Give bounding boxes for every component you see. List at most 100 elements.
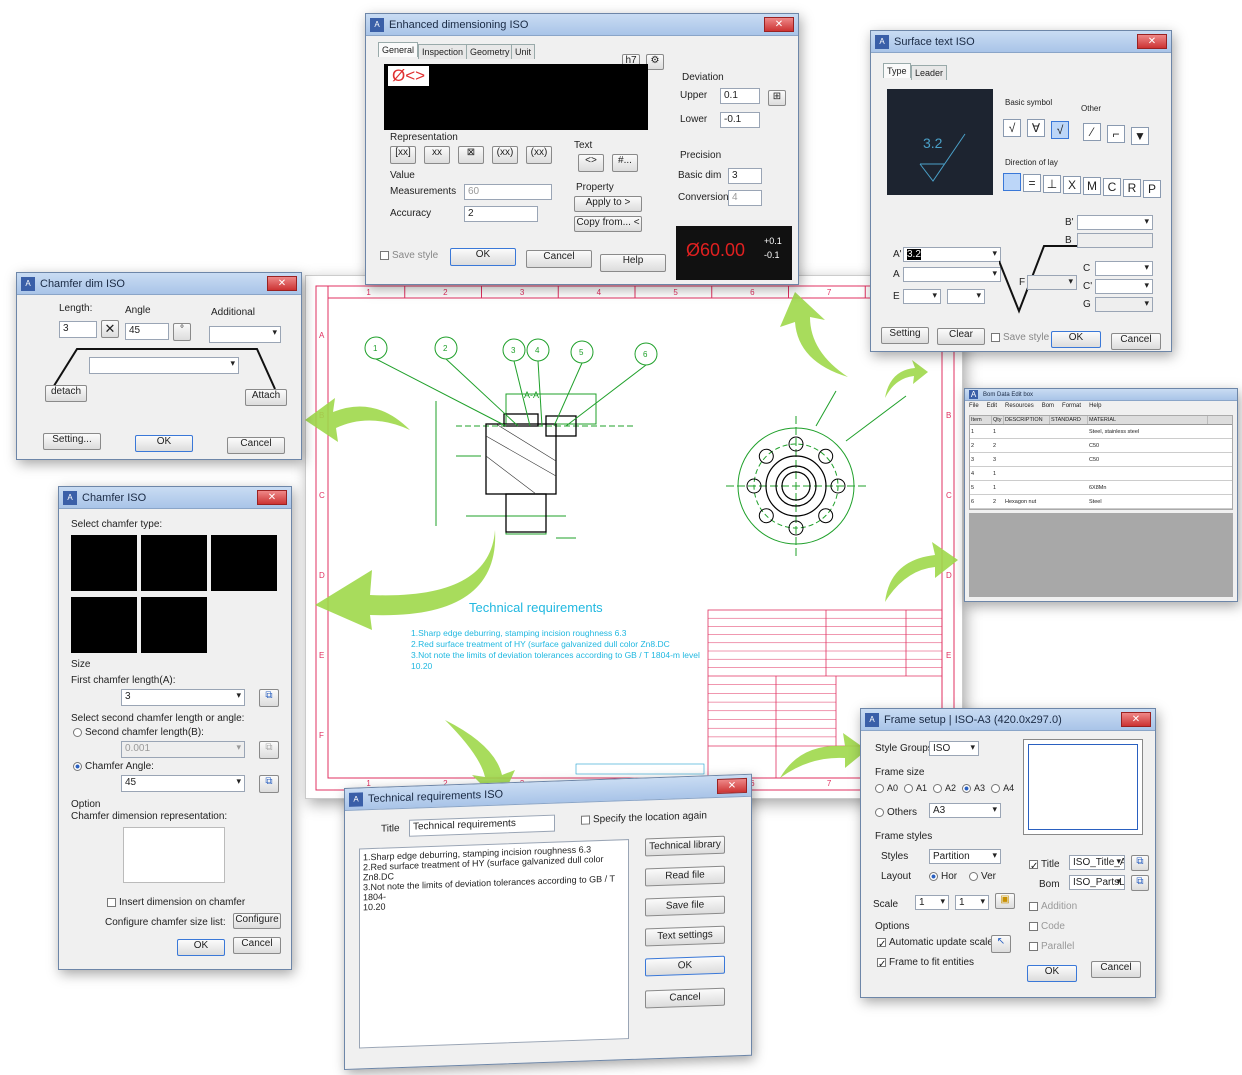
conversion-input[interactable]: 4 bbox=[728, 190, 762, 206]
insert-dimension-checkbox[interactable]: Insert dimension on chamfer bbox=[107, 897, 245, 908]
title-pick-icon[interactable]: ⧉ bbox=[1131, 855, 1149, 871]
hor-radio[interactable]: Hor bbox=[929, 871, 957, 882]
style-groups-select[interactable]: ISO bbox=[929, 741, 979, 756]
scale-folder-icon[interactable]: ▣ bbox=[995, 893, 1015, 909]
close-button[interactable]: ✕ bbox=[267, 276, 297, 291]
removal-symbol-icon[interactable]: ∀ bbox=[1027, 119, 1045, 137]
no-removal-symbol-icon[interactable]: √ bbox=[1051, 121, 1069, 139]
additional-select[interactable] bbox=[209, 326, 281, 343]
frame-size-radio[interactable]: A0 bbox=[875, 783, 898, 794]
accuracy-input[interactable]: 2 bbox=[464, 206, 538, 222]
close-button[interactable]: ✕ bbox=[1137, 34, 1167, 49]
setting-button[interactable]: Setting bbox=[881, 327, 929, 344]
tab-unit[interactable]: Unit bbox=[511, 44, 536, 59]
f-select[interactable] bbox=[1027, 275, 1077, 290]
chamfer-type-2[interactable] bbox=[141, 535, 207, 591]
clear-button[interactable]: Clear bbox=[937, 328, 985, 345]
close-button[interactable]: ✕ bbox=[764, 17, 794, 32]
detach-button[interactable]: detach bbox=[45, 385, 87, 402]
close-button[interactable]: ✕ bbox=[717, 777, 747, 794]
frame-fit-checkbox[interactable]: ✓ Frame to fit entities bbox=[877, 957, 974, 970]
degree-button[interactable]: ° bbox=[173, 323, 191, 341]
menu-item[interactable]: File bbox=[969, 403, 979, 409]
ok-button[interactable]: OK bbox=[1051, 331, 1101, 348]
close-button[interactable]: ✕ bbox=[257, 490, 287, 505]
lay-none-icon[interactable] bbox=[1003, 173, 1021, 191]
menu-item[interactable]: Resources bbox=[1005, 403, 1034, 409]
b-prime-select[interactable] bbox=[1077, 215, 1153, 230]
bom-row[interactable]: 5 1 6X8Mn bbox=[970, 481, 1232, 495]
repr-button-3[interactable]: ⊠ bbox=[458, 146, 484, 164]
c-prime-select[interactable] bbox=[1095, 279, 1153, 294]
scale-b-select[interactable]: 1 bbox=[955, 895, 989, 910]
read-file-button[interactable]: Read file bbox=[645, 865, 725, 887]
chamfer-type-5[interactable] bbox=[141, 597, 207, 653]
ok-button[interactable]: OK bbox=[450, 248, 516, 266]
title-style-select[interactable]: ISO_Title_A bbox=[1069, 855, 1125, 870]
help-button[interactable]: Help bbox=[600, 254, 666, 272]
pick-second-length-icon[interactable]: ⧉ bbox=[259, 741, 279, 759]
attach-button[interactable]: Attach bbox=[245, 389, 287, 406]
bom-row[interactable]: 3 3 C50 bbox=[970, 453, 1232, 467]
tab-geometry[interactable]: Geometry bbox=[466, 44, 514, 59]
apply-to-button[interactable]: Apply to > bbox=[574, 196, 642, 212]
repr-button-5[interactable]: (xx) bbox=[526, 146, 552, 164]
frame-size-radio[interactable]: A3 bbox=[962, 783, 985, 794]
text-button-1[interactable]: <> bbox=[578, 154, 604, 172]
deviation-pick-icon[interactable]: ⊞ bbox=[768, 90, 786, 106]
tab-leader[interactable]: Leader bbox=[911, 65, 948, 80]
specify-location-checkbox[interactable]: Specify the location again bbox=[581, 810, 707, 825]
title-checkbox[interactable]: ✓ Title bbox=[1029, 859, 1060, 872]
measurements-input[interactable]: 60 bbox=[464, 184, 552, 200]
c-select[interactable] bbox=[1095, 261, 1153, 276]
a-select[interactable] bbox=[903, 267, 1001, 282]
e-unit-select[interactable] bbox=[947, 289, 985, 304]
bom-style-select[interactable]: ISO_PartsList bbox=[1069, 875, 1125, 890]
lay-crossed-icon[interactable]: X bbox=[1063, 176, 1081, 194]
menu-item[interactable]: Edit bbox=[987, 403, 997, 409]
close-button[interactable]: ✕ bbox=[1121, 712, 1151, 727]
cancel-button[interactable]: Cancel bbox=[645, 987, 725, 1009]
styles-select[interactable]: Partition bbox=[929, 849, 1001, 864]
lower-input[interactable]: -0.1 bbox=[720, 112, 760, 128]
multiply-icon[interactable]: ✕ bbox=[101, 320, 119, 338]
cancel-button[interactable]: Cancel bbox=[526, 250, 592, 268]
frame-size-radio[interactable]: A2 bbox=[933, 783, 956, 794]
pick-icon[interactable]: ↖ bbox=[991, 935, 1011, 953]
length-input[interactable]: 3 bbox=[59, 321, 97, 338]
b-input[interactable] bbox=[1077, 233, 1153, 248]
title-input[interactable]: Technical requirements bbox=[409, 814, 555, 837]
text-settings-button[interactable]: Text settings bbox=[645, 925, 725, 947]
tab-general[interactable]: General bbox=[378, 42, 419, 57]
other-symbol-1-icon[interactable]: ⁄ bbox=[1083, 123, 1101, 141]
others-select[interactable]: A3 bbox=[929, 803, 1001, 818]
lay-perpendicular-icon[interactable]: ⊥ bbox=[1043, 175, 1061, 193]
tab-inspection[interactable]: Inspection bbox=[418, 44, 468, 59]
angle-input[interactable]: 45 bbox=[125, 323, 169, 340]
lay-circular-icon[interactable]: C bbox=[1103, 178, 1121, 196]
menu-item[interactable]: Format bbox=[1062, 403, 1081, 409]
copy-from-button[interactable]: Copy from... < bbox=[574, 216, 642, 232]
menu-item[interactable]: Bom bbox=[1042, 403, 1054, 409]
auto-scale-checkbox[interactable]: ✓ Automatic update scale bbox=[877, 937, 993, 950]
a-prime-select[interactable]: 3.2 bbox=[903, 247, 1001, 262]
lay-radial-icon[interactable]: R bbox=[1123, 179, 1141, 197]
parallel-checkbox[interactable]: Parallel bbox=[1029, 941, 1074, 952]
save-style-checkbox[interactable]: Save style bbox=[380, 250, 438, 261]
chamfer-angle-select[interactable]: 45 bbox=[121, 775, 245, 792]
ok-button[interactable]: OK bbox=[1027, 965, 1077, 982]
g-select[interactable] bbox=[1095, 297, 1153, 312]
ok-button[interactable]: OK bbox=[645, 955, 725, 977]
other-symbol-3-icon[interactable]: ▼ bbox=[1131, 127, 1149, 145]
chamfer-angle-radio[interactable]: Chamfer Angle: bbox=[73, 761, 154, 772]
chamfer-type-4[interactable] bbox=[71, 597, 137, 653]
code-checkbox[interactable]: Code bbox=[1029, 921, 1065, 932]
ver-radio[interactable]: Ver bbox=[969, 871, 996, 882]
configure-button[interactable]: Configure bbox=[233, 913, 281, 929]
e-select[interactable] bbox=[903, 289, 941, 304]
others-radio[interactable]: Others bbox=[875, 807, 917, 818]
repr-button-1[interactable]: [xx] bbox=[390, 146, 416, 164]
cancel-button[interactable]: Cancel bbox=[1091, 961, 1141, 978]
bom-row[interactable]: 1 1 Steel, stainless steel bbox=[970, 425, 1232, 439]
bom-row[interactable]: 2 2 C50 bbox=[970, 439, 1232, 453]
